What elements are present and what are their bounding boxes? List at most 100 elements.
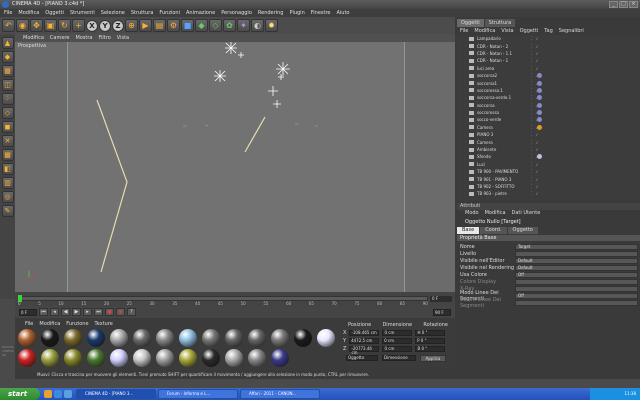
- tab-oggetto[interactable]: Oggetto: [507, 227, 538, 234]
- material-menu-texture[interactable]: Texture: [95, 321, 113, 327]
- object-row[interactable]: soccorsa ⁚ ✓: [457, 102, 640, 109]
- end-frame-field[interactable]: 90 F: [433, 308, 451, 316]
- object-tag-icon[interactable]: [537, 154, 542, 160]
- subdivision-icon[interactable]: ◆: [195, 19, 208, 32]
- object-row[interactable]: Luci ⁚ ✓: [457, 161, 640, 168]
- obj-menu-segnalibri[interactable]: Segnalibri: [559, 28, 584, 35]
- object-row[interactable]: Camera ⁚ ✓: [457, 138, 640, 145]
- solo-icon[interactable]: ◎: [1, 191, 14, 203]
- attr-menu-modo[interactable]: Modo: [465, 210, 479, 217]
- material-swatch[interactable]: [133, 329, 151, 347]
- live-select-icon[interactable]: ◉: [16, 19, 29, 32]
- object-row[interactable]: soccorossa ⁚ ✓: [457, 109, 640, 116]
- material-swatch[interactable]: [202, 329, 220, 347]
- obj-menu-oggetti[interactable]: Oggetti: [520, 28, 539, 35]
- object-tag-icon[interactable]: [537, 80, 542, 86]
- tab-coord[interactable]: Coord.: [480, 227, 507, 234]
- points-mode-icon[interactable]: ⁘: [1, 93, 14, 105]
- visibility-flags-icon[interactable]: ⁚ ✓: [531, 140, 540, 145]
- menu-funzioni[interactable]: Funzioni: [159, 9, 180, 17]
- y-axis-icon[interactable]: Y: [99, 19, 111, 32]
- x-axis-icon[interactable]: X: [86, 19, 98, 32]
- object-row[interactable]: Lampadario ⁚ ✓: [457, 35, 640, 42]
- obj-menu-file[interactable]: File: [460, 28, 468, 35]
- object-row[interactable]: socco-verde ⁚ ✓: [457, 116, 640, 123]
- material-swatch[interactable]: [317, 329, 335, 347]
- viewport-menu-modifica[interactable]: Modifica: [23, 34, 44, 42]
- material-swatch[interactable]: [64, 329, 82, 347]
- go-end-icon[interactable]: ⏭: [94, 308, 103, 316]
- obj-menu-tag[interactable]: Tag: [544, 28, 552, 35]
- material-swatch[interactable]: [271, 329, 289, 347]
- object-tag-icon[interactable]: [537, 73, 542, 79]
- menu-strumenti[interactable]: Strumenti: [70, 9, 95, 17]
- snap-icon[interactable]: ◧: [1, 163, 14, 175]
- material-swatch[interactable]: [271, 349, 289, 367]
- material-swatch[interactable]: [18, 349, 36, 367]
- object-row[interactable]: soccorsa2 ⁚ ✓: [457, 72, 640, 79]
- object-tag-icon[interactable]: [537, 124, 542, 130]
- material-menu-file[interactable]: File: [25, 321, 33, 327]
- object-row[interactable]: Sfondo ⁚ ✓: [457, 153, 640, 160]
- play-icon[interactable]: ▶: [72, 308, 81, 316]
- current-frame-field[interactable]: 0 F: [430, 296, 452, 302]
- z-axis-icon[interactable]: Z: [112, 19, 124, 32]
- menu-modifica[interactable]: Modifica: [18, 9, 39, 17]
- cube-icon[interactable]: ■: [181, 19, 194, 32]
- brush-icon[interactable]: ✎: [1, 205, 14, 217]
- task-firefox[interactable]: Forum - Informa e L...: [158, 389, 238, 399]
- material-swatch[interactable]: [225, 349, 243, 367]
- object-row[interactable]: TB 903 - pietre ⁚ ✓: [457, 190, 640, 197]
- tab-base[interactable]: Base: [457, 227, 480, 234]
- position-x-field[interactable]: -108.465 cm: [349, 330, 380, 336]
- menu-finestre[interactable]: Finestre: [311, 9, 331, 17]
- coord-mode-select[interactable]: Oggetto: [346, 355, 378, 361]
- tab-oggetti[interactable]: Oggetti: [457, 19, 484, 27]
- size-x-field[interactable]: 0 cm: [382, 330, 413, 336]
- object-row[interactable]: soccorsa-verde.1 ⁚ ✓: [457, 94, 640, 101]
- model-mode-icon[interactable]: ▲: [1, 37, 14, 49]
- start-button[interactable]: start: [0, 388, 40, 400]
- material-swatch[interactable]: [18, 329, 36, 347]
- obj-menu-vista[interactable]: Vista: [501, 28, 513, 35]
- scene-icon[interactable]: ◐: [251, 19, 264, 32]
- material-swatch[interactable]: [179, 329, 197, 347]
- visibility-flags-icon[interactable]: ⁚ ✓: [531, 169, 540, 174]
- visibility-flags-icon[interactable]: ⁚ ✓: [531, 177, 540, 182]
- visibility-flags-icon[interactable]: ⁚ ✓: [531, 132, 540, 137]
- menu-aiuto[interactable]: Aiuto: [336, 9, 349, 17]
- visibility-flags-icon[interactable]: ⁚ ✓: [531, 51, 540, 56]
- menu-plugin[interactable]: Plugin: [289, 9, 304, 17]
- start-frame-field[interactable]: 0 F: [19, 308, 37, 316]
- material-swatch[interactable]: [133, 349, 151, 367]
- viewport-menu-mostra[interactable]: Mostra: [75, 34, 92, 42]
- property-value-field[interactable]: [515, 278, 638, 285]
- material-swatch[interactable]: [294, 329, 312, 347]
- record-icon[interactable]: ●: [105, 308, 114, 316]
- object-tag-icon[interactable]: [537, 95, 542, 101]
- property-value-field[interactable]: [515, 299, 638, 306]
- material-swatch[interactable]: [225, 329, 243, 347]
- perspective-viewport[interactable]: [15, 42, 455, 292]
- object-row[interactable]: CDR - Natan - 1.1 ⁚ ✓: [457, 50, 640, 57]
- material-swatch[interactable]: [41, 329, 59, 347]
- object-tag-icon[interactable]: [537, 117, 542, 123]
- render-view-icon[interactable]: ▶: [139, 19, 152, 32]
- size-mode-select[interactable]: Dimensione: [382, 355, 416, 361]
- task-explorer[interactable]: Affari - 2011 - CANON...: [240, 389, 320, 399]
- property-value-field[interactable]: Off: [515, 292, 638, 299]
- property-value-field[interactable]: [515, 285, 638, 292]
- visibility-flags-icon[interactable]: ⁚ ✓: [531, 36, 540, 41]
- add-icon[interactable]: +: [72, 19, 85, 32]
- obj-menu-modifica[interactable]: Modifica: [474, 28, 495, 35]
- light-icon[interactable]: ✹: [265, 19, 278, 32]
- viewport-menu-filtro[interactable]: Filtro: [99, 34, 111, 42]
- autokey-icon[interactable]: ◉: [116, 308, 125, 316]
- menu-rendering[interactable]: Rendering: [258, 9, 284, 17]
- rotation-p-field[interactable]: P 0 °: [415, 338, 446, 344]
- object-row[interactable]: TB 900 - PAVIMENTO ⁚ ✓: [457, 168, 640, 175]
- render-picture-icon[interactable]: ▤: [153, 19, 166, 32]
- render-settings-icon[interactable]: ⚙: [167, 19, 180, 32]
- material-swatch[interactable]: [248, 349, 266, 367]
- visibility-flags-icon[interactable]: ⁚ ✓: [531, 191, 540, 196]
